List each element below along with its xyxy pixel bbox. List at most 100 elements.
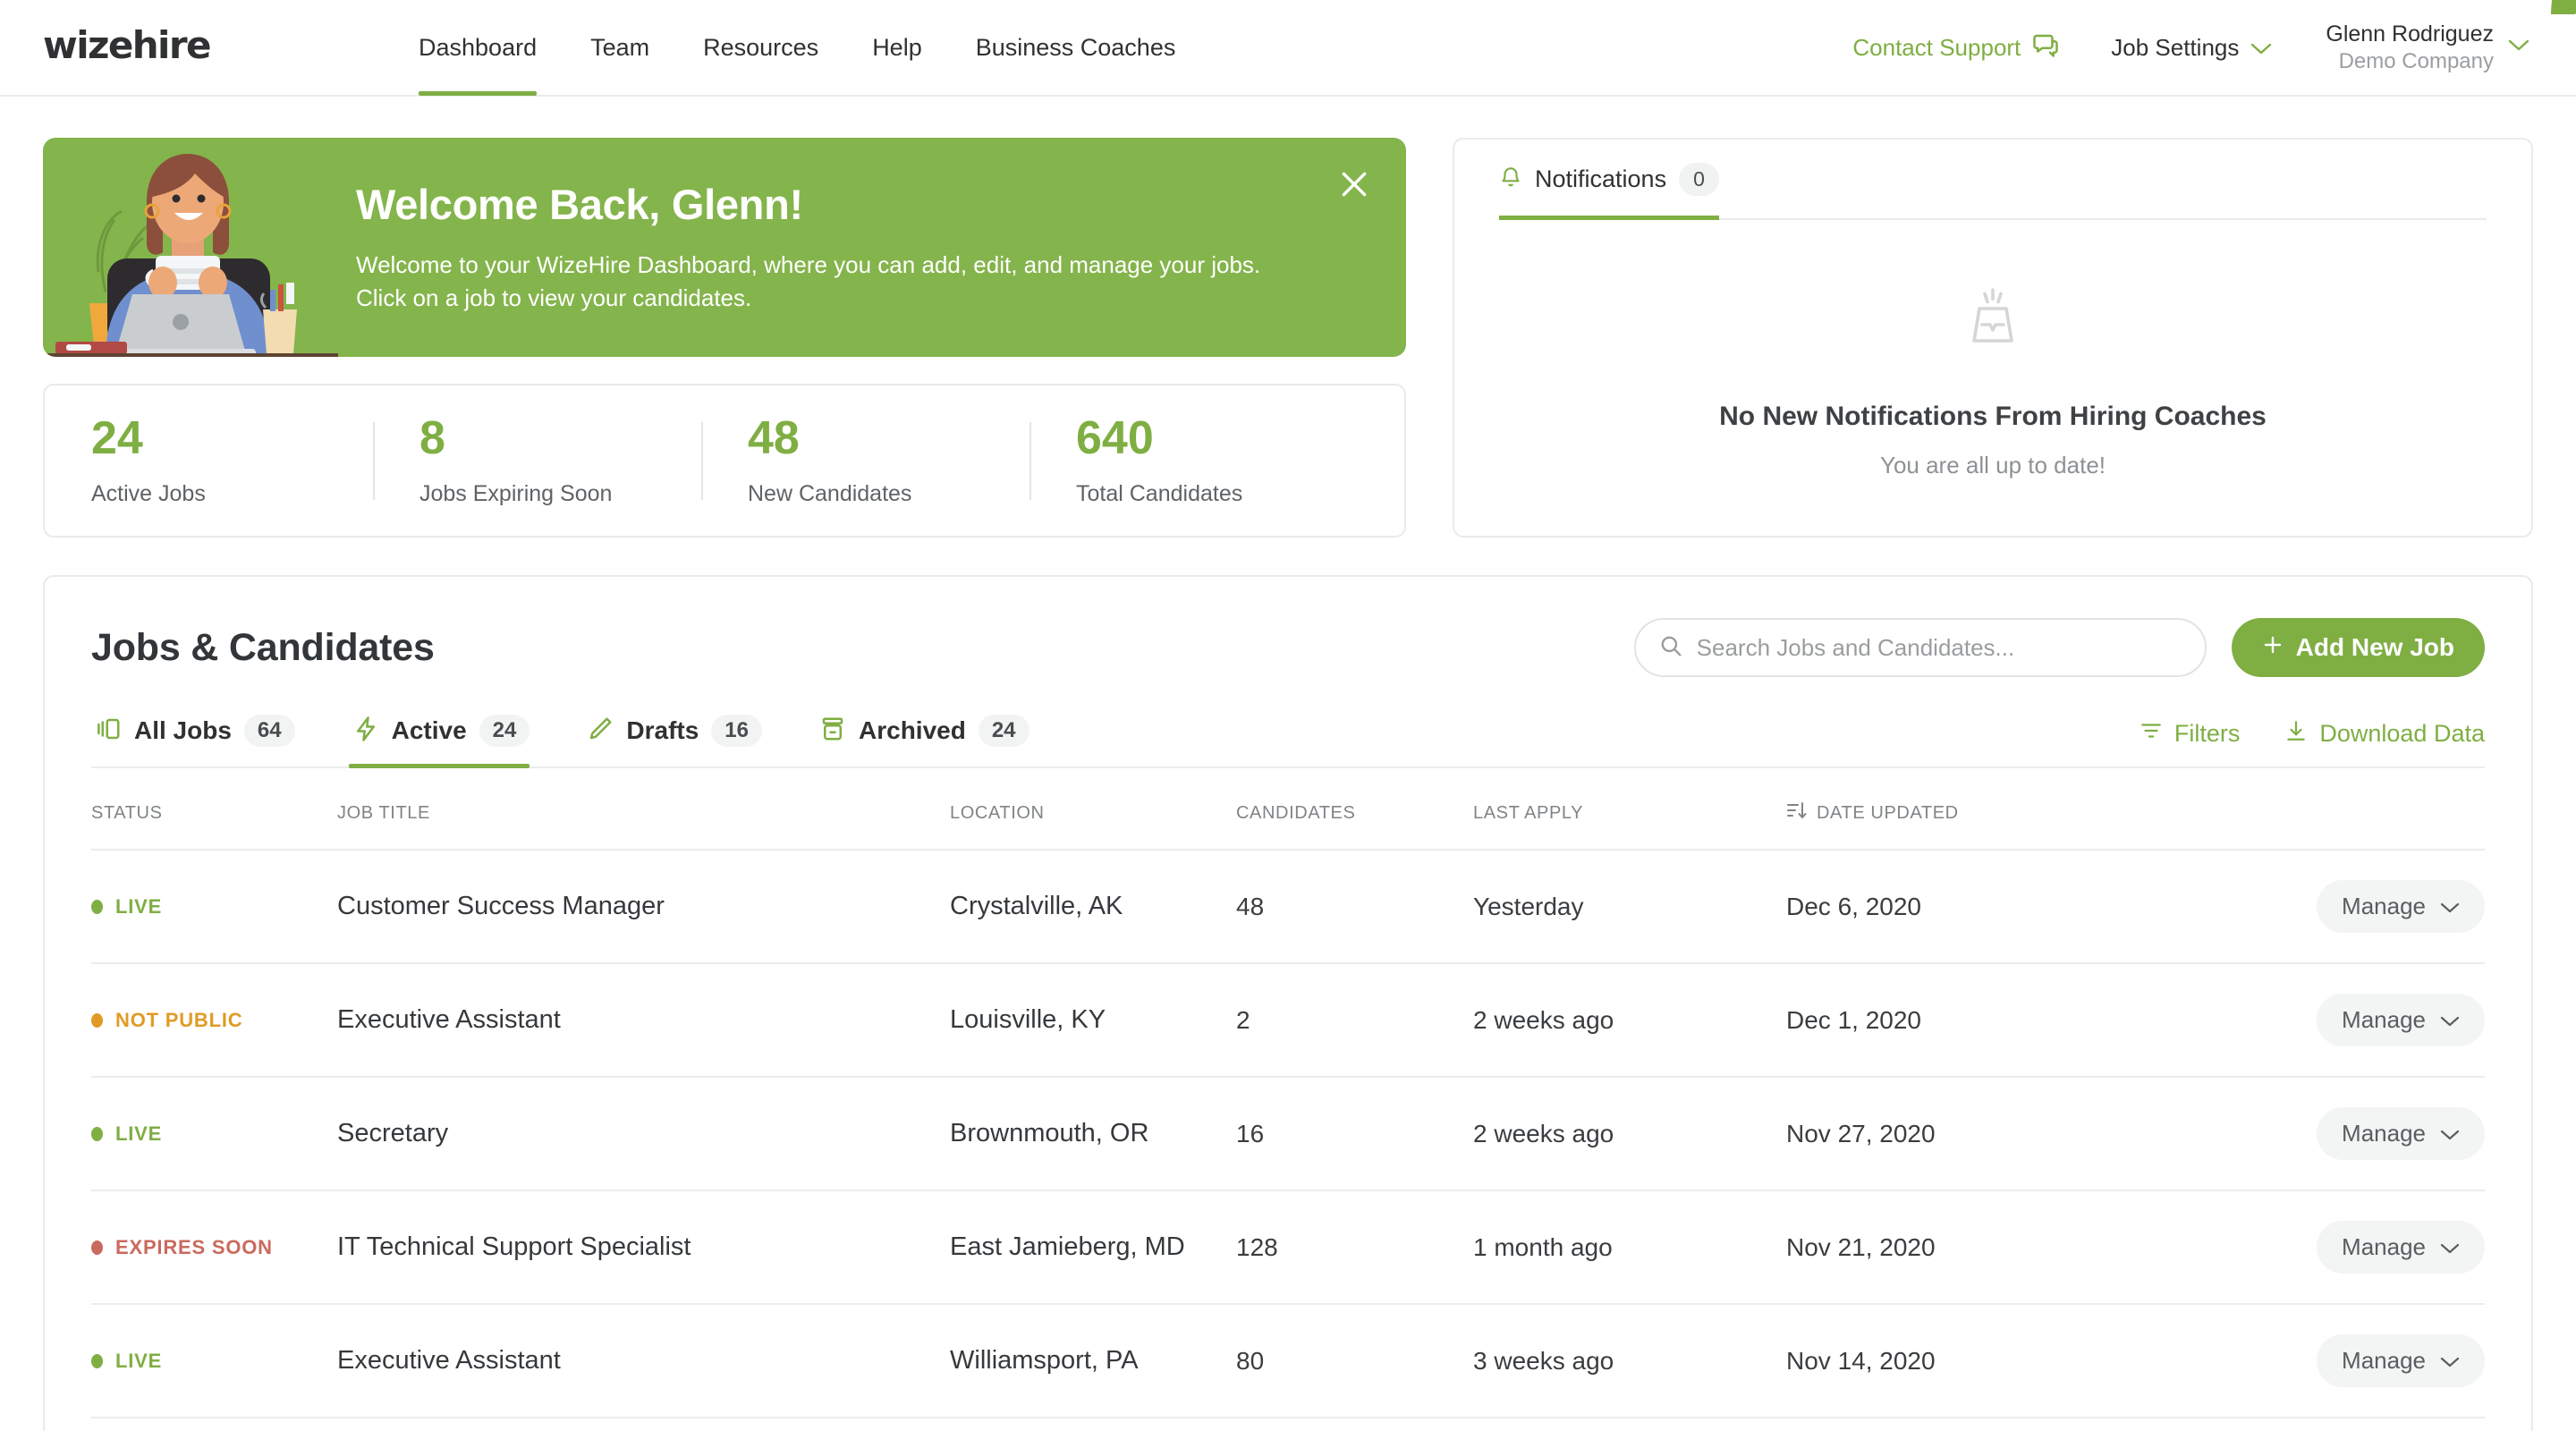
manage-label: Manage — [2342, 1006, 2426, 1033]
cell-last-apply: 1 month ago — [1473, 1190, 1786, 1304]
nav-item-dashboard[interactable]: Dashboard — [392, 0, 564, 96]
contact-support-button[interactable]: Contact Support — [1852, 31, 2059, 64]
location-text: Williamsport, PA — [950, 1346, 1139, 1375]
column-header-location[interactable]: LOCATION — [950, 768, 1236, 850]
location-text: East Jamieberg, MD — [950, 1232, 1185, 1261]
stat-value: 640 — [1076, 411, 1154, 464]
cell-candidates: 48 — [1236, 849, 1473, 963]
filters-button[interactable]: Filters — [2140, 719, 2240, 749]
left-column: Welcome Back, Glenn! Welcome to your Wiz… — [43, 138, 1406, 538]
table-row[interactable]: LIVE Executive Assistant Williamsport, P… — [91, 1303, 2485, 1418]
tab-all-jobs[interactable]: All Jobs 64 — [91, 715, 318, 766]
column-header-status[interactable]: STATUS — [91, 768, 337, 850]
stat-label: New Candidates — [748, 480, 912, 506]
manage-button[interactable]: Manage — [2317, 994, 2485, 1046]
chevron-down-icon — [2440, 1120, 2460, 1147]
status-label: LIVE — [115, 894, 163, 918]
cell-status: LIVE — [91, 1076, 337, 1190]
last-apply-text: Yesterday — [1473, 892, 1584, 920]
cell-job-title: IT Technical Support Specialist — [337, 1190, 950, 1304]
cell-date-updated: Dec 1, 2020 — [1786, 962, 2126, 1077]
job-title-text[interactable]: Executive Assistant — [337, 1346, 561, 1375]
chevron-down-icon — [2508, 38, 2529, 56]
cell-last-apply: 2 weeks ago — [1473, 962, 1786, 1077]
cell-location: Brownmouth, OR — [950, 1076, 1236, 1190]
bolt-icon — [352, 716, 379, 747]
logo-wordmark: wizehire — [43, 23, 211, 67]
status-dot-icon — [91, 1126, 103, 1141]
cell-job-title: Customer Success Manager — [337, 849, 950, 963]
date-updated-text: Nov 21, 2020 — [1786, 1232, 1936, 1261]
jobs-tabs-row: All Jobs 64 Active 24 Drafts 16 Archived… — [91, 715, 2485, 768]
table-row[interactable]: LIVE Customer Success Manager Crystalvil… — [91, 849, 2485, 963]
search-input[interactable] — [1696, 633, 2182, 662]
nav-item-resources[interactable]: Resources — [676, 0, 845, 96]
search-box[interactable] — [1633, 618, 2207, 677]
manage-button[interactable]: Manage — [2317, 1107, 2485, 1160]
column-header-date-updated[interactable]: DATE UPDATED — [1786, 768, 2126, 850]
chevron-down-icon — [2440, 1006, 2460, 1034]
candidates-count: 2 — [1236, 1005, 1250, 1034]
cell-candidates: 128 — [1236, 1190, 1473, 1304]
close-icon[interactable] — [1336, 166, 1372, 202]
table-row[interactable]: LIVE Administrative Assistant San Diego,… — [91, 1417, 2485, 1431]
notifications-empty-subtitle: You are all up to date! — [1879, 452, 2106, 478]
add-new-job-button[interactable]: Add New Job — [2231, 618, 2485, 677]
tab-notifications[interactable]: Notifications 0 — [1499, 163, 1719, 220]
jobs-table-body: LIVE Customer Success Manager Crystalvil… — [91, 849, 2485, 1431]
job-title-text[interactable]: Secretary — [337, 1119, 448, 1147]
location-text: Louisville, KY — [950, 1005, 1106, 1034]
nav-item-help[interactable]: Help — [845, 0, 949, 96]
status-label: LIVE — [115, 1349, 163, 1372]
table-row[interactable]: EXPIRES SOON IT Technical Support Specia… — [91, 1190, 2485, 1304]
manage-button[interactable]: Manage — [2317, 880, 2485, 933]
status-dot-icon — [91, 1240, 103, 1255]
jobs-table-head: STATUS JOB TITLE LOCATION CANDIDATES LAS… — [91, 768, 2485, 850]
nav-item-business-coaches[interactable]: Business Coaches — [949, 0, 1203, 96]
job-settings-dropdown[interactable]: Job Settings — [2111, 34, 2272, 62]
chat-bubble-icon — [2032, 31, 2059, 64]
tab-active[interactable]: Active 24 — [348, 715, 554, 768]
cell-last-apply: Yesterday — [1473, 849, 1786, 963]
plus-icon — [2262, 633, 2284, 662]
banner-subtitle: Welcome to your WizeHire Dashboard, wher… — [356, 250, 1261, 311]
column-header-candidates[interactable]: CANDIDATES — [1236, 768, 1473, 850]
cell-location: East Jamieberg, MD — [950, 1190, 1236, 1304]
column-header-label: DATE UPDATED — [1817, 802, 1959, 823]
cell-status: LIVE — [91, 849, 337, 963]
notifications-label: Notifications — [1535, 165, 1667, 192]
cell-job-title: Administrative Assistant — [337, 1417, 950, 1431]
tab-count: 64 — [243, 715, 295, 747]
jobs-table: STATUS JOB TITLE LOCATION CANDIDATES LAS… — [91, 768, 2485, 1431]
job-title-text[interactable]: IT Technical Support Specialist — [337, 1232, 691, 1261]
bell-icon — [1499, 165, 1522, 194]
stat-label: Jobs Expiring Soon — [419, 480, 613, 506]
banner-text-block: Welcome Back, Glenn! Welcome to your Wiz… — [338, 180, 1406, 315]
status-dot-icon — [91, 1353, 103, 1368]
candidates-count: 128 — [1236, 1232, 1278, 1261]
download-icon — [2284, 719, 2308, 749]
tab-archived[interactable]: Archived 24 — [816, 715, 1053, 766]
cards-icon — [95, 716, 122, 747]
chevron-down-icon — [2440, 893, 2460, 920]
cell-date-updated: Oct 20, 2020 — [1786, 1417, 2126, 1431]
account-menu[interactable]: Glenn Rodriguez Demo Company — [2326, 20, 2529, 76]
job-title-text[interactable]: Customer Success Manager — [337, 892, 665, 920]
nav-item-team[interactable]: Team — [564, 0, 676, 96]
table-row[interactable]: NOT PUBLIC Executive Assistant Louisvill… — [91, 962, 2485, 1077]
cell-actions: Manage — [2126, 962, 2485, 1077]
status-badge: LIVE — [91, 1122, 337, 1146]
column-header-last-apply[interactable]: LAST APPLY — [1473, 768, 1786, 850]
table-row[interactable]: LIVE Secretary Brownmouth, OR 16 2 weeks… — [91, 1076, 2485, 1190]
cell-job-title: Executive Assistant — [337, 962, 950, 1077]
column-header-job-title[interactable]: JOB TITLE — [337, 768, 950, 850]
filter-icon — [2140, 719, 2163, 749]
tab-drafts[interactable]: Drafts 16 — [583, 715, 785, 766]
job-title-text[interactable]: Executive Assistant — [337, 1005, 561, 1034]
manage-button[interactable]: Manage — [2317, 1334, 2485, 1387]
wizehire-logo[interactable]: wizehire — [43, 0, 2576, 68]
notifications-tabbar: Notifications 0 — [1499, 140, 2487, 220]
download-data-button[interactable]: Download Data — [2284, 719, 2485, 749]
cell-candidates: 16 — [1236, 1076, 1473, 1190]
manage-button[interactable]: Manage — [2317, 1221, 2485, 1274]
